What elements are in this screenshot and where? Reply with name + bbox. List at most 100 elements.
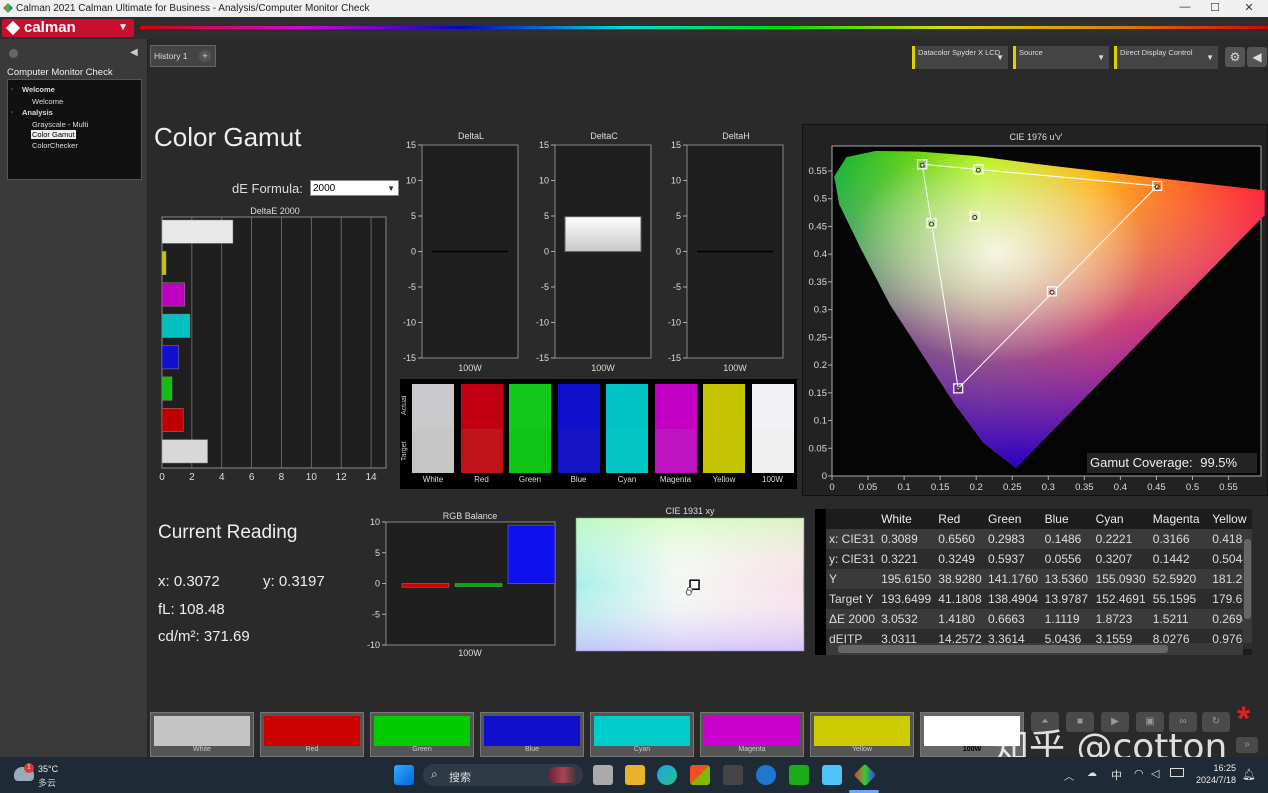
clock-date[interactable]: 2024/7/18 [1190,775,1236,785]
app-icon[interactable] [723,765,743,785]
task-view-icon[interactable] [593,765,613,785]
patch-button-red[interactable]: Red [260,712,364,757]
store-icon[interactable] [690,765,710,785]
speaker-icon[interactable]: ◁ [1151,767,1159,780]
delta-chart-deltah: 15 10 5 0 -5 -10 -15 100W [668,140,784,373]
column-header[interactable]: Red [935,509,986,529]
rgb-bar-green [454,583,503,587]
table-row-header-strip [815,509,826,655]
column-header[interactable]: Cyan [1092,509,1150,529]
tree-item-welcome-group[interactable]: Welcome [22,85,55,94]
calman-menu-button[interactable]: calman ▼ [2,19,134,37]
tick-label: 6 [249,472,255,483]
expand-icon[interactable]: ▫ [11,87,13,93]
x-tick-label: 0.15 [931,482,950,493]
table-cell: 0.5937 [985,549,1042,569]
reading-cdm2: cd/m²: 371.69 [158,628,250,645]
patch-button-yellow[interactable]: Yellow [810,712,914,757]
target-patch [751,429,794,473]
column-header[interactable]: Green [985,509,1042,529]
cloud-icon[interactable]: ☁ [1087,768,1097,779]
tick-label: -5 [541,282,549,292]
column-header[interactable] [826,509,879,529]
display-control-selector[interactable]: Direct Display Control ▼ [1114,46,1218,69]
tree-item-colorchecker[interactable]: ColorChecker [32,141,78,150]
gear-icon[interactable]: ⚙ [1225,47,1245,67]
deltae-bar-red [161,408,184,432]
scrollbar-thumb[interactable] [838,645,1168,653]
column-header[interactable]: Blue [1041,509,1093,529]
minimize-button[interactable]: — [1170,1,1200,16]
clock-time[interactable]: 16:25 [1190,763,1236,773]
expand-icon[interactable]: ▫ [11,110,13,116]
table-row[interactable]: Target Y 193.6499 41.1808 138.4904 13.9787 15… [826,589,1252,609]
row-label: Y [826,569,879,589]
pin-icon[interactable] [9,49,18,58]
taskbar-search[interactable]: ⌕ 搜索 [423,764,583,786]
deltae-bar-yellow [161,251,167,275]
column-header[interactable]: White [878,509,936,529]
tab-history-1[interactable]: History 1 + [150,45,216,67]
edge-browser-icon[interactable] [657,765,677,785]
search-highlight-icon [548,767,578,783]
meter-selector[interactable]: Datacolor Spyder X LCD ▼ [912,46,1008,69]
file-explorer-icon[interactable] [625,765,645,785]
horizontal-scrollbar[interactable] [826,643,1243,655]
ime-indicator[interactable]: 中 [1111,767,1122,783]
chevron-down-icon: ▼ [1206,53,1214,62]
notepad-icon[interactable] [822,765,842,785]
start-button-icon[interactable] [394,765,414,785]
x-tick-label: 0.2 [970,482,983,493]
de-formula-label: dE Formula: [232,181,303,196]
reading-y: y: 0.3197 [263,573,325,590]
rgb-bar-red [401,583,450,588]
column-header[interactable]: Yellow [1209,509,1252,529]
source-selector[interactable]: Source ▼ [1013,46,1109,69]
patch-label: Magenta [659,475,692,484]
next-page-icon[interactable]: » [1236,737,1258,753]
collapse-right-icon[interactable]: ◀ [1247,47,1267,67]
table-cell: 152.4691 [1092,589,1150,609]
patch-white [412,384,454,474]
actual-patch [703,384,745,429]
maximize-button[interactable]: ☐ [1200,1,1230,16]
delta-chart-xlabel: 100W [591,363,615,373]
column-header[interactable]: Magenta [1149,509,1210,529]
scrollbar-thumb[interactable] [1244,539,1251,619]
table-row[interactable]: Y 195.6150 38.9280 141.1760 13.5360 155.0930 5… [826,569,1252,589]
readings-grid: White Red Green Blue Cyan Magenta Yellow x: CIE… [826,509,1252,649]
calman-taskbar-icon[interactable] [853,763,877,787]
tree-item-grayscale[interactable]: Grayscale - Multi [32,120,88,129]
tree-item-color-gamut[interactable]: Color Gamut [31,130,76,139]
tick-label: 10 [306,472,318,483]
patch-button-white[interactable]: White [150,712,254,757]
patch-button-green[interactable]: Green [370,712,474,757]
patch-button-blue[interactable]: Blue [480,712,584,757]
tree-item-analysis-group[interactable]: Analysis [22,108,53,117]
table-row[interactable]: x: CIE31 0.3089 0.6560 0.2983 0.1486 0.2221 0.… [826,529,1252,549]
table-row[interactable]: ΔE 2000 3.0532 1.4180 0.6663 1.1119 1.8723 1.5… [826,609,1252,629]
close-button[interactable]: ✕ [1234,1,1264,16]
patch-button-cyan[interactable]: Cyan [590,712,694,757]
tree-item-welcome[interactable]: Welcome [32,97,63,106]
add-tab-button[interactable]: + [199,50,211,62]
wifi-icon[interactable]: ◠ [1134,767,1144,780]
de-formula-select[interactable]: 2000 ▼ [310,180,399,196]
collapse-sidebar-icon[interactable]: ◀ [130,47,138,58]
patch-button-magenta[interactable]: Magenta [700,712,804,757]
chevron-up-icon[interactable]: ︿ [1064,768,1074,783]
notification-bell-icon[interactable]: 🔔︎ [1242,768,1256,781]
vertical-scrollbar[interactable] [1243,529,1252,643]
wechat-icon[interactable] [789,765,809,785]
target-patch [606,429,648,473]
battery-icon[interactable] [1170,768,1184,777]
table-cell: 1.8723 [1092,609,1150,629]
deltae-bar-white [161,219,234,244]
x-tick-label: 0.35 [1075,482,1094,493]
table-row[interactable]: y: CIE31 0.3221 0.3249 0.5937 0.0556 0.3207 0.… [826,549,1252,569]
gamut-coverage: Gamut Coverage: 99.5% [1087,453,1257,473]
ie-browser-icon[interactable] [756,765,776,785]
calman-logo-icon [5,20,21,36]
patch-label: 100W [762,475,783,484]
patch-label: Yellow [712,475,736,484]
